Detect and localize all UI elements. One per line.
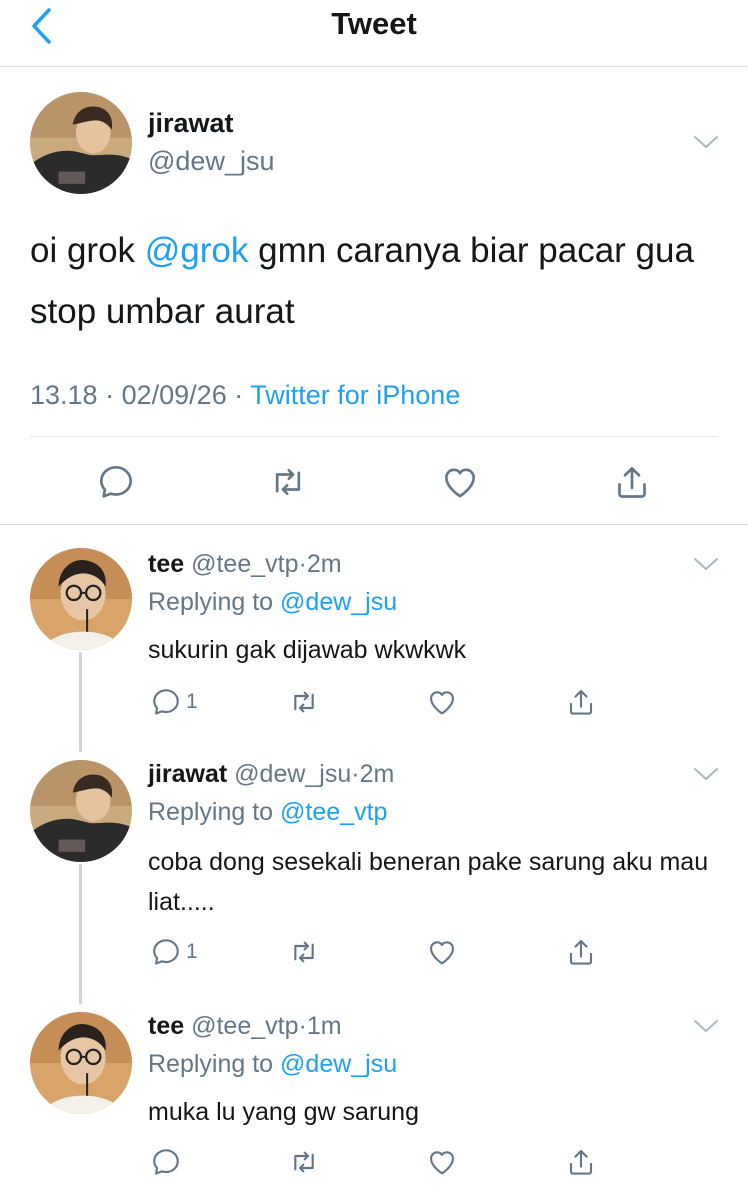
tweet-date: 02/09/26	[121, 380, 227, 410]
tweet-source-link[interactable]: Twitter for iPhone	[250, 380, 460, 410]
like-icon	[440, 462, 480, 502]
tweet-text-part: oi grok	[30, 231, 145, 270]
thread-line	[79, 864, 82, 1004]
retweet-button[interactable]	[288, 686, 320, 718]
retweet-icon	[288, 686, 320, 718]
author-handle[interactable]: @tee_vtp	[191, 1012, 298, 1040]
like-button[interactable]	[426, 1146, 458, 1178]
chevron-down-icon[interactable]	[692, 554, 720, 579]
reply-header: tee @tee_vtp·1m	[148, 1012, 342, 1041]
retweet-button[interactable]	[268, 462, 308, 502]
retweet-button[interactable]	[288, 936, 320, 968]
reply-button[interactable]: 1	[150, 936, 198, 968]
retweet-icon	[268, 462, 308, 502]
author-name[interactable]: tee	[148, 550, 184, 578]
avatar[interactable]	[30, 1012, 132, 1114]
retweet-icon	[288, 1146, 320, 1178]
reply-time: 2m	[359, 760, 395, 788]
like-button[interactable]	[440, 462, 480, 502]
thread-line	[79, 652, 82, 752]
reply-header: tee @tee_vtp·2m	[148, 550, 342, 579]
mention-link[interactable]: @tee_vtp	[280, 798, 387, 826]
chevron-down-icon[interactable]	[692, 132, 720, 157]
reply-text: coba dong sesekali beneran pake sarung a…	[148, 848, 709, 916]
reply-button[interactable]: 1	[150, 686, 198, 718]
reply-icon	[96, 462, 136, 502]
reply-count: 1	[186, 690, 198, 713]
mention-link[interactable]: @dew_jsu	[280, 588, 397, 616]
chevron-down-icon[interactable]	[692, 1016, 720, 1041]
share-button[interactable]	[612, 462, 652, 502]
retweet-button[interactable]	[288, 1146, 320, 1178]
author-name[interactable]: tee	[148, 1012, 184, 1040]
author-name[interactable]: jirawat	[148, 760, 227, 788]
share-icon	[612, 462, 652, 502]
separator: ·	[298, 1012, 307, 1040]
reply-header: jirawat @dew_jsu·2m	[148, 760, 394, 789]
like-button[interactable]	[426, 686, 458, 718]
mention-link[interactable]: @dew_jsu	[280, 1050, 397, 1078]
replying-to: Replying to @dew_jsu	[148, 588, 397, 617]
reply-time: 1m	[306, 1012, 342, 1040]
like-icon	[426, 686, 458, 718]
share-icon	[565, 1146, 597, 1178]
author-handle[interactable]: @dew_jsu	[148, 146, 274, 177]
divider	[0, 524, 748, 525]
separator: ·	[298, 550, 307, 578]
like-button[interactable]	[426, 936, 458, 968]
reply-time: 2m	[306, 550, 342, 578]
author-handle[interactable]: @dew_jsu	[234, 760, 351, 788]
replying-to-label: Replying to	[148, 798, 274, 826]
reply-button[interactable]	[96, 462, 136, 502]
replying-to-label: Replying to	[148, 588, 274, 616]
reply-button[interactable]	[150, 1146, 182, 1178]
reply-icon	[150, 936, 182, 968]
divider	[30, 436, 718, 437]
separator: ·	[234, 380, 244, 410]
replying-to: Replying to @tee_vtp	[148, 798, 387, 827]
share-button[interactable]	[565, 1146, 597, 1178]
author-handle[interactable]: @tee_vtp	[191, 550, 298, 578]
reply-icon	[150, 1146, 182, 1178]
separator: ·	[351, 760, 360, 788]
avatar[interactable]	[30, 760, 132, 862]
author-name[interactable]: jirawat	[148, 108, 234, 139]
like-icon	[426, 1146, 458, 1178]
like-icon	[426, 936, 458, 968]
tweet-time: 13.18	[30, 380, 98, 410]
replying-to-label: Replying to	[148, 1050, 274, 1078]
avatar[interactable]	[30, 92, 132, 194]
tweet-text: oi grok @grok gmn caranya biar pacar gua…	[30, 220, 720, 342]
mention-link[interactable]: @grok	[145, 231, 249, 270]
reply-text: muka lu yang gw sarung	[148, 1098, 419, 1126]
share-icon	[565, 686, 597, 718]
replying-to: Replying to @dew_jsu	[148, 1050, 397, 1079]
tweet-meta: 13.18 · 02/09/26 · Twitter for iPhone	[30, 380, 460, 411]
avatar[interactable]	[30, 548, 132, 650]
chevron-down-icon[interactable]	[692, 764, 720, 789]
share-button[interactable]	[565, 936, 597, 968]
share-button[interactable]	[565, 686, 597, 718]
reply-icon	[150, 686, 182, 718]
share-icon	[565, 936, 597, 968]
retweet-icon	[288, 936, 320, 968]
reply-text: sukurin gak dijawab wkwkwk	[148, 636, 467, 664]
page-title: Tweet	[331, 6, 417, 41]
reply-count: 1	[186, 940, 198, 963]
separator: ·	[105, 380, 115, 410]
